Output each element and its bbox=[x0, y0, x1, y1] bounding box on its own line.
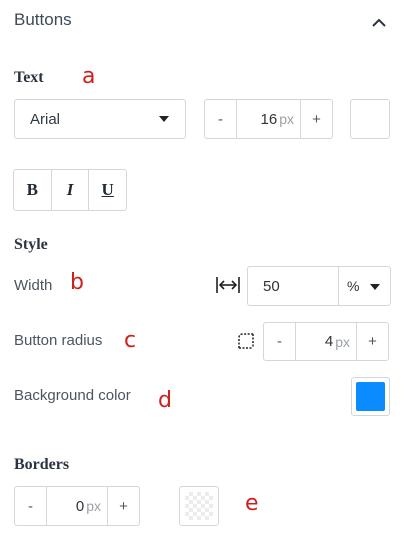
font-size-increment-button[interactable]: + bbox=[301, 100, 332, 138]
border-width-input[interactable]: 0 px bbox=[46, 487, 108, 525]
background-color-label: Background color bbox=[14, 387, 131, 404]
font-size-stepper: - 16 px + bbox=[204, 99, 333, 139]
transparent-checker-icon bbox=[185, 492, 213, 520]
annotation-d: d bbox=[158, 388, 172, 413]
radius-value: 4 bbox=[324, 333, 334, 350]
button-radius-label: Button radius bbox=[14, 332, 103, 349]
panel-title: Buttons bbox=[14, 10, 72, 29]
bold-button[interactable]: B bbox=[14, 170, 51, 210]
chevron-up-icon[interactable] bbox=[368, 12, 390, 32]
font-size-input[interactable]: 16 px bbox=[236, 100, 301, 138]
style-section-title: Style bbox=[14, 236, 48, 253]
width-label: Width bbox=[14, 277, 53, 294]
background-color-fill bbox=[356, 382, 385, 411]
button-width-field: 50 % bbox=[247, 266, 391, 306]
italic-button[interactable]: I bbox=[50, 170, 89, 210]
text-section-title: Text bbox=[14, 69, 44, 86]
caret-down-icon bbox=[159, 116, 169, 122]
radius-input[interactable]: 4 px bbox=[295, 323, 357, 360]
radius-unit: px bbox=[335, 333, 350, 350]
font-size-unit: px bbox=[279, 111, 294, 127]
border-color-swatch[interactable] bbox=[179, 486, 219, 526]
background-color-swatch[interactable] bbox=[351, 377, 390, 416]
border-width-value: 0 bbox=[75, 497, 85, 515]
border-width-decrement-button[interactable]: - bbox=[15, 487, 46, 525]
width-arrows-icon bbox=[215, 276, 241, 294]
font-family-select[interactable]: Arial bbox=[14, 99, 186, 139]
text-color-swatch[interactable] bbox=[350, 99, 390, 139]
border-width-unit: px bbox=[86, 498, 101, 514]
font-size-value: 16 bbox=[260, 110, 278, 128]
text-style-toggle-group: B I U bbox=[13, 169, 127, 211]
annotation-c: c bbox=[124, 328, 137, 353]
annotation-e: e bbox=[245, 491, 259, 516]
width-unit-select[interactable]: % bbox=[338, 267, 390, 305]
font-size-decrement-button[interactable]: - bbox=[205, 100, 236, 138]
width-unit-value: % bbox=[347, 278, 360, 294]
corner-radius-icon bbox=[238, 333, 254, 349]
border-width-increment-button[interactable]: + bbox=[108, 487, 139, 525]
annotation-a: a bbox=[82, 64, 96, 89]
button-width-input[interactable]: 50 bbox=[248, 267, 338, 305]
font-family-value: Arial bbox=[30, 110, 61, 128]
caret-down-icon bbox=[370, 284, 380, 290]
radius-increment-button[interactable]: + bbox=[357, 323, 388, 360]
border-width-stepper: - 0 px + bbox=[14, 486, 140, 526]
underline-button[interactable]: U bbox=[88, 170, 126, 210]
radius-decrement-button[interactable]: - bbox=[264, 323, 295, 360]
annotation-b: b bbox=[70, 270, 84, 295]
borders-section-title: Borders bbox=[14, 456, 70, 473]
button-radius-stepper: - 4 px + bbox=[263, 322, 389, 361]
